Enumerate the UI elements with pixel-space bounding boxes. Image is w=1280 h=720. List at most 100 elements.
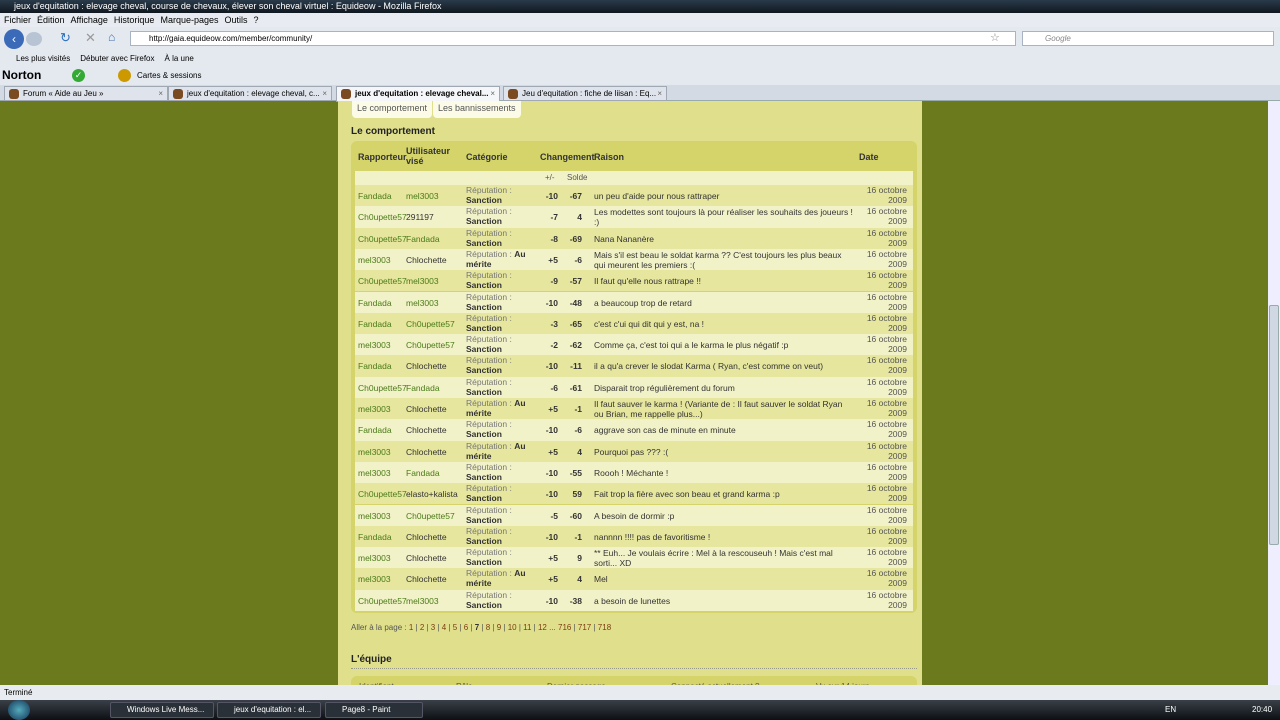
reporter-link[interactable]: Ch0upette57 xyxy=(358,596,407,606)
forward-button[interactable] xyxy=(26,32,42,46)
page-link-8[interactable]: 8 xyxy=(486,623,490,632)
reason-text: Il faut sauver le karma ! (Variante de :… xyxy=(594,399,843,419)
target-user-link[interactable]: Ch0upette57 xyxy=(406,511,455,521)
back-button[interactable]: ‹ xyxy=(4,29,24,49)
page-link-1[interactable]: 1 xyxy=(409,623,413,632)
page-link-9[interactable]: 9 xyxy=(497,623,501,632)
reporter-link[interactable]: mel3003 xyxy=(358,468,391,478)
page-link-718[interactable]: 718 xyxy=(598,623,611,632)
target-user-link[interactable]: Ch0upette57 xyxy=(406,319,455,329)
category-type: Sanction xyxy=(466,557,502,568)
reporter-link[interactable]: Ch0upette57 xyxy=(358,489,407,499)
close-tab-icon[interactable]: × xyxy=(490,87,495,100)
reason-text: Roooh ! Méchante ! xyxy=(594,467,669,478)
reporter-link[interactable]: Ch0upette57 xyxy=(358,212,407,222)
search-input[interactable]: Google xyxy=(1022,31,1274,46)
target-user-link[interactable]: mel3003 xyxy=(406,276,439,286)
date-year: 2009 xyxy=(888,514,907,525)
reporter-link[interactable]: mel3003 xyxy=(358,447,391,457)
subtab-bannissements[interactable]: Les bannissements xyxy=(433,101,521,118)
page-link-6[interactable]: 6 xyxy=(464,623,468,632)
menu-item[interactable]: ? xyxy=(254,15,259,25)
bookmark-item[interactable]: Débuter avec Firefox xyxy=(80,54,154,63)
page-link-11[interactable]: 11 xyxy=(523,623,531,632)
target-user-link[interactable]: Fandada xyxy=(406,468,440,478)
page-link-12[interactable]: 12 xyxy=(538,623,547,632)
date-day: 16 octobre xyxy=(866,248,907,259)
scrollbar-thumb[interactable] xyxy=(1269,305,1279,545)
menu-item[interactable]: Historique xyxy=(114,15,155,25)
tray-clock[interactable]: 20:40 xyxy=(1252,705,1272,714)
taskbar: EN 20:40 Windows Live Mess... jeux d'equi… xyxy=(0,700,1280,720)
tray-lang[interactable]: EN xyxy=(1165,705,1176,714)
page-link-7[interactable]: 7 xyxy=(475,623,479,632)
menu-item[interactable]: Outils xyxy=(225,15,248,25)
close-tab-icon[interactable]: × xyxy=(322,87,327,100)
page-link-717[interactable]: 717 xyxy=(578,623,591,632)
date-year: 2009 xyxy=(888,280,907,291)
reporter-link[interactable]: Ch0upette57 xyxy=(358,383,407,393)
reporter-link[interactable]: mel3003 xyxy=(358,553,391,563)
close-tab-icon[interactable]: × xyxy=(657,87,662,100)
favicon-icon xyxy=(508,89,518,99)
reporter-link[interactable]: Fandada xyxy=(358,361,392,371)
url-input[interactable]: http://gaia.equideow.com/member/communit… xyxy=(130,31,1016,46)
menu-item[interactable]: Fichier xyxy=(4,15,31,25)
reporter-link[interactable]: Fandada xyxy=(358,191,392,201)
balance-value: -48 xyxy=(569,297,582,308)
reporter-link[interactable]: Fandada xyxy=(358,532,392,542)
target-user-link[interactable]: Ch0upette57 xyxy=(406,340,455,350)
taskbar-item[interactable]: Windows Live Mess... xyxy=(110,702,214,718)
col-change: Changement xyxy=(540,152,595,162)
reporter-link[interactable]: mel3003 xyxy=(358,404,391,414)
bookmark-item[interactable]: Les plus visités xyxy=(16,54,70,63)
browser-tab[interactable]: Forum « Aide au Jeu » × xyxy=(4,86,168,101)
menu-item[interactable]: Affichage xyxy=(71,15,108,25)
reporter-link[interactable]: Fandada xyxy=(358,319,392,329)
browser-tab[interactable]: Jeu d'equitation : fiche de liisan : Eq.… xyxy=(503,86,667,101)
page-link-5[interactable]: 5 xyxy=(453,623,457,632)
bookmark-star-icon[interactable]: ☆ xyxy=(990,31,1000,44)
home-icon[interactable]: ⌂ xyxy=(108,30,115,44)
target-user-link[interactable]: mel3003 xyxy=(406,298,439,308)
page-link-2[interactable]: 2 xyxy=(420,623,424,632)
target-user-link[interactable]: mel3003 xyxy=(406,596,439,606)
category: Réputation : Sanction xyxy=(466,526,528,546)
cards-sessions-menu[interactable]: Cartes & sessions xyxy=(137,66,201,85)
reporter-link[interactable]: Ch0upette57 xyxy=(358,234,407,244)
page-link-3[interactable]: 3 xyxy=(431,623,435,632)
reporter-link[interactable]: mel3003 xyxy=(358,574,391,584)
taskbar-item[interactable]: Page8 - Paint xyxy=(325,702,423,718)
menu-item[interactable]: Marque-pages xyxy=(160,15,218,25)
page-link-10[interactable]: 10 xyxy=(508,623,517,632)
date: 16 octobre 2009 xyxy=(847,590,907,610)
lock-icon xyxy=(118,69,131,82)
target-user-link[interactable]: Fandada xyxy=(406,383,440,393)
reporter-link[interactable]: Fandada xyxy=(358,298,392,308)
norton-check-icon[interactable]: ✓ xyxy=(72,69,85,82)
reporter-link[interactable]: Fandada xyxy=(358,425,392,435)
menu-item[interactable]: Édition xyxy=(37,15,65,25)
subtab-comportement[interactable]: Le comportement xyxy=(352,101,433,118)
page-link-4[interactable]: 4 xyxy=(442,623,446,632)
browser-tab[interactable]: jeux d'equitation : elevage cheval, c...… xyxy=(168,86,332,101)
reporter-link[interactable]: mel3003 xyxy=(358,255,391,265)
reporter-link[interactable]: Ch0upette57 xyxy=(358,276,407,286)
reporter-link[interactable]: mel3003 xyxy=(358,340,391,350)
reporter-link[interactable]: mel3003 xyxy=(358,511,391,521)
close-tab-icon[interactable]: × xyxy=(158,87,163,100)
date: 16 octobre 2009 xyxy=(847,249,907,269)
page-link-716[interactable]: 716 xyxy=(558,623,571,632)
reload-icon[interactable]: ↻ xyxy=(60,30,71,46)
browser-tab[interactable]: jeux d'equitation : elevage cheval... × xyxy=(336,86,500,102)
target-user-link[interactable]: Fandada xyxy=(406,234,440,244)
category-label: Réputation : xyxy=(466,483,512,494)
category-label: Réputation : xyxy=(466,291,512,302)
bookmark-item[interactable]: À la une xyxy=(165,54,194,63)
start-button[interactable] xyxy=(8,700,30,720)
stop-icon[interactable]: ✕ xyxy=(85,30,96,46)
taskbar-item[interactable]: jeux d'equitation : el... xyxy=(217,702,321,718)
target-user-link[interactable]: mel3003 xyxy=(406,191,439,201)
date-year: 2009 xyxy=(888,429,907,440)
norton-logo[interactable]: Norton xyxy=(2,66,41,85)
